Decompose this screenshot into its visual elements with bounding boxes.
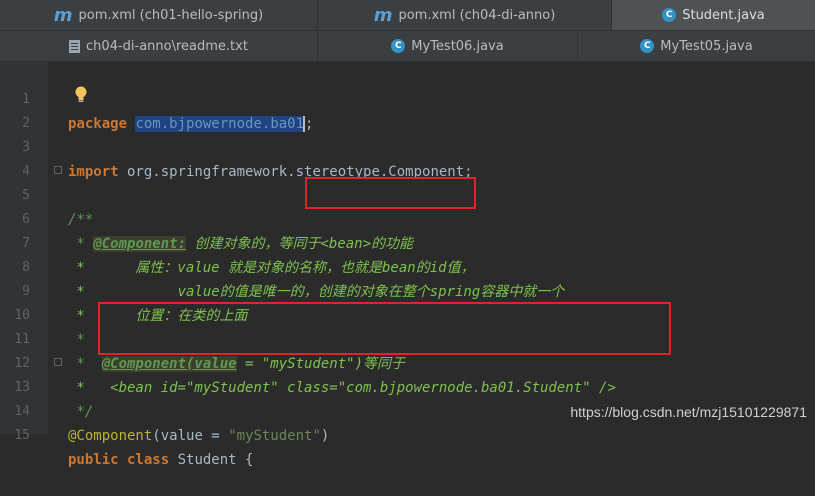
- class-name: Student {: [169, 452, 254, 468]
- editor-tab-bar-secondary: ch04-di-anno\readme.txt C MyTest06.java …: [0, 31, 815, 62]
- punctuation: ): [320, 428, 330, 444]
- code-editor[interactable]: 1 package com.bjpowernode.ba01; 2 3 impo…: [0, 62, 815, 468]
- tab-mytest06[interactable]: C MyTest06.java: [318, 31, 578, 61]
- tab-label: pom.xml (ch04-di-anno): [398, 7, 556, 23]
- code-line: 7 * 属性：value 就是对象的名称，也就是bean的id值，: [0, 208, 815, 276]
- annotation: @Component: [68, 428, 153, 444]
- java-class-icon: C: [391, 39, 406, 53]
- tab-label: MyTest05.java: [660, 38, 753, 54]
- code-line: 2: [0, 88, 815, 131]
- annotation-code: @Component(value = "myStudent"): [68, 424, 329, 448]
- class-declaration: public class Student {: [68, 448, 253, 472]
- fold-marker-icon[interactable]: [54, 166, 62, 174]
- keyword: public class: [68, 452, 170, 468]
- code-line: 3 import org.springframework.stereotype.…: [0, 112, 815, 180]
- lightbulb-icon[interactable]: [74, 86, 88, 104]
- code-line: 5 /**: [0, 160, 815, 228]
- java-class-icon: C: [662, 8, 677, 22]
- editor-tab-bar: m pom.xml (ch01-hello-spring) m pom.xml …: [0, 0, 815, 31]
- line-number: 15: [14, 428, 30, 443]
- tab-label: Student.java: [682, 7, 765, 23]
- tab-label: pom.xml (ch01-hello-spring): [78, 7, 264, 23]
- code-line: 1 package com.bjpowernode.ba01;: [0, 64, 815, 132]
- code-line: 11 * @Component(value = "myStudent")等同于: [0, 304, 815, 372]
- maven-icon: m: [53, 4, 73, 26]
- maven-icon: m: [373, 4, 393, 26]
- code-line: 4: [0, 136, 815, 179]
- tab-label: MyTest06.java: [411, 38, 504, 54]
- code-line: 13 */: [0, 352, 815, 420]
- text-file-icon: [69, 39, 81, 53]
- watermark-text: https://blog.csdn.net/mzj15101229871: [570, 404, 807, 420]
- java-class-icon: C: [640, 39, 655, 53]
- code-line: 8 * value的值是唯一的，创建的对象在整个spring容器中就一个: [0, 232, 815, 300]
- fold-marker-icon[interactable]: [54, 358, 62, 366]
- string-literal: "myStudent": [228, 428, 321, 444]
- code-line: 6 * @Component: 创建对象的，等同于<bean>的功能: [0, 184, 815, 252]
- tab-readme[interactable]: ch04-di-anno\readme.txt: [0, 31, 318, 61]
- tab-mytest05[interactable]: C MyTest05.java: [578, 31, 815, 61]
- code-line: 14 @Component(value = "myStudent"): [0, 376, 815, 444]
- code-line: 10 *: [0, 280, 815, 348]
- code-text: (value =: [152, 428, 229, 444]
- tab-pom-ch04[interactable]: m pom.xml (ch04-di-anno): [318, 0, 612, 30]
- code-line: 12 * <bean id="myStudent" class="com.bjp…: [0, 328, 815, 396]
- tab-pom-ch01[interactable]: m pom.xml (ch01-hello-spring): [0, 0, 318, 30]
- tab-student-java[interactable]: C Student.java: [612, 0, 815, 30]
- tab-label: ch04-di-anno\readme.txt: [86, 38, 248, 54]
- code-line: 9 * 位置：在类的上面: [0, 256, 815, 324]
